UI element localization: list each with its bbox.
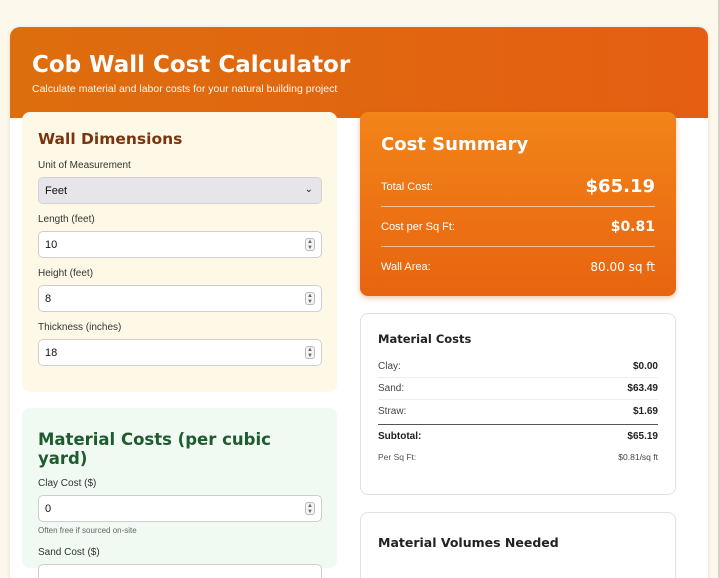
chevron-down-icon: ⌄ [304,184,313,195]
clay-cost-value: 0 [45,503,52,515]
spinner-icon[interactable]: ▲ ▼ [305,292,315,305]
wall-area-row: Wall Area: 80.00 sq ft [381,247,655,287]
per-sqft-value: $0.81/sq ft [618,452,658,462]
unit-select[interactable]: Feet ⌄ [38,177,322,204]
material-volumes: Material Volumes Needed [360,512,676,578]
cost-per-sqft-label: Cost per Sq Ft: [381,220,455,233]
height-input[interactable]: 8 ▲ ▼ [38,285,322,312]
thickness-label: Thickness (inches) [38,322,122,333]
wall-area-value: 80.00 sq ft [590,260,655,274]
page-title: Cob Wall Cost Calculator [32,52,351,78]
row-value: $63.49 [627,383,658,394]
wall-dimensions-heading: Wall Dimensions [38,130,183,148]
material-volumes-heading: Material Volumes Needed [378,535,559,550]
thickness-value: 18 [45,347,58,359]
total-cost-value: $65.19 [585,176,655,197]
per-sqft-label: Per Sq Ft: [378,452,417,462]
straw-cost-row: Straw: $1.69 [378,400,658,422]
row-value: $0.00 [632,361,658,372]
material-costs-panel: Material Costs (per cubic yard) Clay Cos… [22,408,337,578]
cost-summary-heading: Cost Summary [381,134,529,155]
unit-label: Unit of Measurement [38,160,131,171]
per-sqft-row: Per Sq Ft: $0.81/sq ft [378,448,658,466]
cost-per-sqft-row: Cost per Sq Ft: $0.81 [381,207,655,247]
material-costs-heading: Material Costs (per cubic yard) [38,430,271,468]
clay-cost-label: Clay Cost ($) [38,478,97,489]
material-costs-breakdown: Material Costs Clay: $0.00 Sand: $63.49 … [360,313,676,495]
material-costs-breakdown-heading: Material Costs [378,332,472,346]
wall-area-label: Wall Area: [381,261,431,273]
wall-dimensions-panel: Wall Dimensions Unit of Measurement Feet… [22,112,337,392]
sand-cost-input[interactable] [38,564,322,578]
spinner-icon[interactable]: ▲ ▼ [305,238,315,251]
length-label: Length (feet) [38,214,95,225]
total-cost-row: Total Cost: $65.19 [381,167,655,207]
total-cost-label: Total Cost: [381,180,433,193]
spinner-icon[interactable]: ▲ ▼ [305,502,315,515]
row-value: $1.69 [632,405,658,417]
height-label: Height (feet) [38,268,94,279]
clay-cost-hint: Often free if sourced on-site [38,526,137,535]
unit-select-value: Feet [45,185,68,197]
row-label: Clay: [378,361,401,372]
subtotal-row: Subtotal: $65.19 [378,424,658,448]
clay-cost-input[interactable]: 0 ▲ ▼ [38,495,322,522]
subtotal-value: $65.19 [627,431,658,442]
length-input[interactable]: 10 ▲ ▼ [38,231,322,258]
cost-per-sqft-value: $0.81 [610,218,655,235]
thickness-input[interactable]: 18 ▲ ▼ [38,339,322,366]
row-label: Sand: [378,383,405,394]
sand-cost-label: Sand Cost ($) [38,547,100,558]
sand-cost-row: Sand: $63.49 [378,378,658,400]
cost-summary: Cost Summary Total Cost: $65.19 Cost per… [360,112,676,296]
clay-cost-row: Clay: $0.00 [378,356,658,378]
spinner-icon[interactable]: ▲ ▼ [305,346,315,359]
subtotal-label: Subtotal: [378,431,422,442]
row-label: Straw: [378,405,407,417]
header: Cob Wall Cost Calculator Calculate mater… [10,27,708,118]
height-value: 8 [45,293,52,305]
length-value: 10 [45,239,58,251]
page-subtitle: Calculate material and labor costs for y… [32,83,338,95]
